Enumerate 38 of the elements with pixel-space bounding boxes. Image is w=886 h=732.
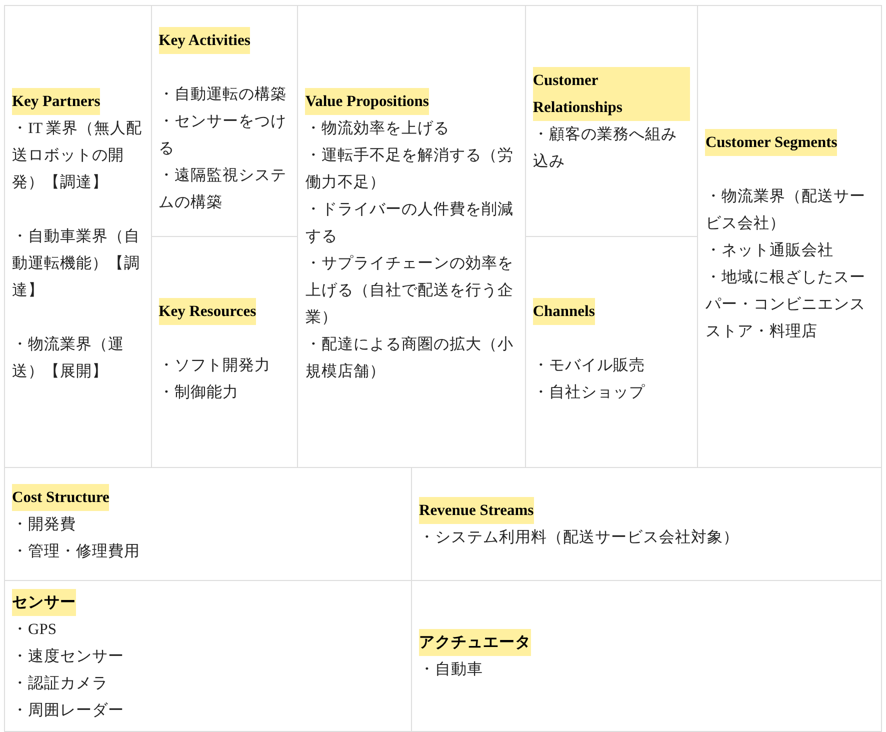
list-item: ・物流業界（運送）【展開】 [12,335,125,382]
list-item: ・地域に根ざしたスーパー・コンビニエンスストア・料理店 [705,268,866,342]
section-heading: Channels [532,298,595,325]
section-heading: センサー [12,588,76,616]
section-heading: アクチュエータ [419,629,531,656]
section-heading: Customer Relationships [532,67,690,121]
list-item: ・認証カメラ [12,674,109,694]
list-item: ・自動車 [419,660,484,680]
list-item: ・周囲レーダー [12,700,125,720]
list-item: ・速度センサー [12,646,125,666]
list-item: ・物流業界（配送サービス会社） [705,186,866,234]
list-item: ・GPS [12,620,58,640]
list-item: ・システム利用料（配送サービス会社対象） [419,528,740,548]
list-item: ・配達による商圏の拡大（小規模店舗） [305,335,514,382]
section-heading: Customer Segments [705,128,838,156]
list-item: ・自動運転の構築 [158,84,288,104]
section-heading: Cost Structure [12,484,110,510]
list-item: ・運転手不足を解消する（労働力不足） [305,146,514,193]
list-item: ・遠隔監視システムの構築 [158,166,288,212]
list-item: ・物流効率を上げる [305,119,450,139]
list-item: ・自動車業界（自動運転機能）【調達】 [12,227,141,301]
list-item: ・管理・修理費用 [12,542,141,562]
list-item: ・サプライチェーンの効率を上げる（自社で配送を行う企業） [305,254,514,328]
list-item: ・センサーをつける [158,112,288,158]
list-item: ・モバイル販売 [532,356,646,376]
list-item: ・開発費 [12,514,77,534]
list-item: ・ネット通販会社 [705,240,834,260]
section-heading: Key Resources [158,298,256,325]
list-item: ・制御能力 [158,383,240,403]
list-item: ・ドライバーの人件費を削減する [305,200,514,247]
section-heading: Revenue Streams [419,497,534,524]
section-heading: Key Partners [12,88,100,115]
list-item: ・顧客の業務へ組み込み [532,125,678,172]
list-item: ・自社ショップ [532,383,646,403]
list-item: ・IT 業界（無人配送ロボットの開発）【調達】 [12,119,144,193]
section-heading: Value Propositions [305,88,429,115]
list-item: ・ソフト開発力 [158,356,272,376]
section-heading: Key Activities [158,26,250,54]
